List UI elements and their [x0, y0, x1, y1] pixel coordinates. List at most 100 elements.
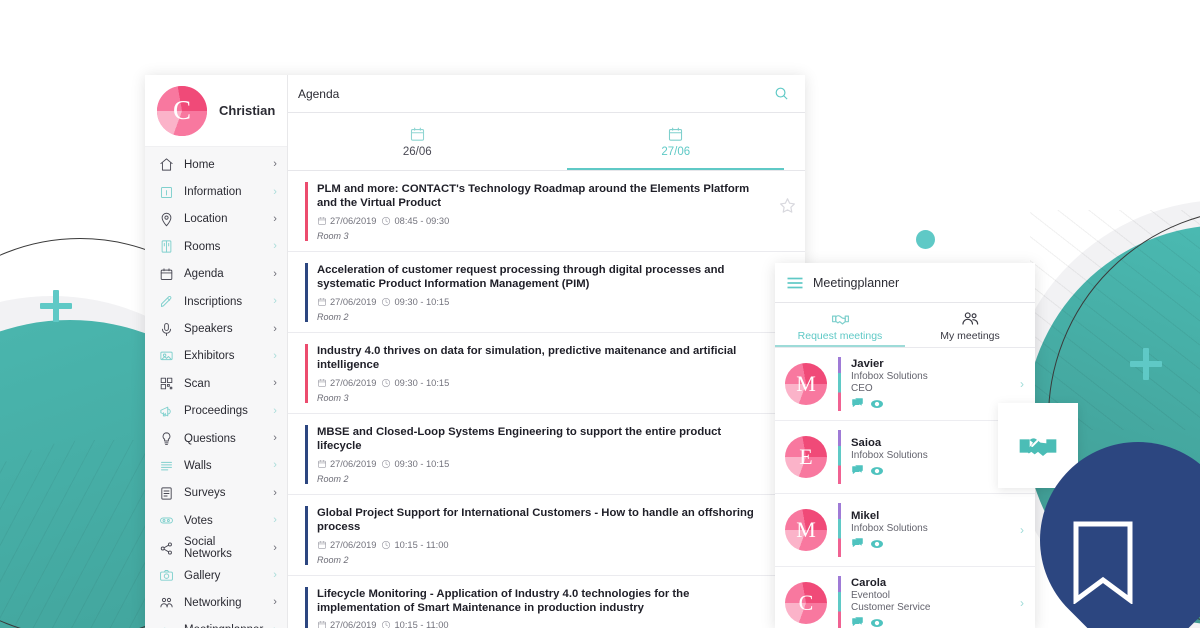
profile-header[interactable]: C Christian [145, 75, 287, 147]
day-tab-27-06[interactable]: 27/06 [546, 113, 805, 170]
sidebar-item-proceedings[interactable]: Proceedings › [145, 398, 287, 425]
sidebar-item-home[interactable]: Home › [145, 151, 287, 178]
sidebar-item-questions[interactable]: Questions › [145, 425, 287, 452]
chevron-right-icon[interactable]: › [1009, 377, 1035, 391]
exhibitor-icon [158, 348, 174, 364]
sidebar-item-social-networks[interactable]: Social Networks › [145, 534, 287, 561]
small-calendar-icon [317, 459, 327, 469]
agenda-item[interactable]: PLM and more: CONTACT's Technology Roadm… [287, 171, 805, 252]
sidebar-item-scan[interactable]: Scan › [145, 370, 287, 397]
meetingplanner-tab-my-meetings[interactable]: My meetings [905, 303, 1035, 347]
contact-name: Carola [851, 576, 887, 589]
contact-role: CEO [851, 382, 873, 394]
sidebar-item-information[interactable]: Information › [145, 178, 287, 205]
chevron-right-icon: › [273, 486, 277, 499]
avatar: C [785, 582, 827, 624]
microphone-icon [158, 321, 174, 337]
sidebar-item-rooms[interactable]: Rooms › [145, 233, 287, 260]
agenda-item-room: Room 2 [316, 311, 349, 322]
agenda-item-body: Lifecycle Monitoring - Application of In… [308, 587, 769, 628]
share-nodes-icon [158, 540, 174, 556]
contact-accent-bar [838, 357, 841, 411]
agenda-item-title: MBSE and Closed-Loop Systems Engineering… [316, 425, 722, 453]
avatar-letter: M [796, 371, 816, 396]
agenda-item-time: 10:15 - 11:00 [394, 539, 449, 550]
agenda-item[interactable]: Industry 4.0 thrives on data for simulat… [287, 333, 805, 414]
contact-row[interactable]: E Saioa Infobox Solutions [775, 421, 1035, 494]
sidebar: C Christian Home › Information › Location › Ro… [145, 75, 288, 628]
sidebar-item-label: Home [184, 158, 215, 171]
agenda-item-date: 27/06/2019 [329, 215, 377, 226]
sidebar-item-location[interactable]: Location › [145, 206, 287, 233]
home-icon [158, 157, 174, 173]
search-icon[interactable] [774, 86, 789, 101]
agenda-item[interactable]: Global Project Support for International… [287, 495, 805, 576]
agenda-item-date: 27/06/2019 [329, 377, 377, 388]
sidebar-item-label: Social Networks [184, 536, 232, 561]
sidebar-item-label: Meetingplanner [184, 624, 263, 628]
avatar: M [785, 363, 827, 405]
view-icon[interactable] [870, 397, 884, 411]
chat-icon[interactable] [851, 616, 864, 628]
sidebar-item-walls[interactable]: Walls › [145, 452, 287, 479]
agenda-item-meta: 27/06/2019 10:15 - 11:00 [317, 540, 763, 550]
sidebar-item-exhibitors[interactable]: Exhibitors › [145, 343, 287, 370]
agenda-item-body: Industry 4.0 thrives on data for simulat… [308, 344, 769, 403]
sidebar-item-label: Proceedings [184, 405, 248, 418]
view-icon[interactable] [870, 616, 884, 628]
contact-role: Customer Service [851, 601, 931, 613]
agenda-item-title: Industry 4.0 thrives on data for simulat… [316, 344, 737, 372]
agenda-item[interactable]: Lifecycle Monitoring - Application of In… [288, 576, 805, 628]
contact-row[interactable]: C Carola Eventool Customer Service › [775, 567, 1035, 628]
agenda-item[interactable]: Acceleration of customer request process… [287, 252, 805, 333]
sidebar-item-meetingplanner[interactable]: Meetingplanner› [145, 617, 287, 628]
sidebar-item-speakers[interactable]: Speakers › [145, 315, 287, 342]
clock-icon [381, 216, 391, 226]
sidebar-item-label: Exhibitors [184, 350, 235, 363]
agenda-item[interactable]: MBSE and Closed-Loop Systems Engineering… [287, 414, 805, 495]
rooms-icon [158, 239, 174, 255]
avatar-letter: M [796, 517, 816, 542]
view-icon[interactable] [870, 537, 884, 551]
avatar: M [785, 509, 827, 551]
sidebar-item-gallery[interactable]: Gallery › [145, 562, 287, 589]
sidebar-item-label: Surveys [184, 487, 226, 500]
sidebar-item-networking[interactable]: Networking › [145, 589, 287, 616]
sidebar-item-surveys[interactable]: Surveys › [145, 480, 287, 507]
sidebar-item-votes[interactable]: Votes › [145, 507, 287, 534]
chat-icon[interactable] [851, 397, 864, 411]
chat-icon[interactable] [851, 464, 864, 478]
small-calendar-icon [317, 216, 327, 226]
contact-row[interactable]: M Javier Infobox Solutions CEO › [775, 348, 1035, 421]
contact-list: M Javier Infobox Solutions CEO › E Saioa Infobo… [775, 348, 1035, 628]
meetingplanner-tab-request-meetings[interactable]: Request meetings [775, 303, 905, 347]
agenda-item-date: 27/06/2019 [329, 458, 377, 469]
agenda-item-time: 09:30 - 10:15 [394, 296, 450, 307]
avatar: E [785, 436, 827, 478]
sidebar-item-agenda[interactable]: Agenda › [145, 261, 287, 288]
chat-icon[interactable] [851, 537, 864, 551]
clock-icon [381, 540, 391, 550]
screenshot-canvas: C Christian Home › Information › Location › Ro… [0, 0, 1200, 628]
chevron-right-icon[interactable]: › [1009, 523, 1035, 537]
day-tab-26-06[interactable]: 26/06 [288, 113, 547, 170]
favorite-star-button[interactable] [769, 182, 805, 215]
profile-name: Christian [219, 103, 276, 118]
calendar-icon [667, 126, 684, 143]
agenda-item-room: Room 3 [316, 392, 349, 403]
agenda-item-meta: 27/06/2019 08:45 - 09:30 [317, 216, 763, 226]
contact-row[interactable]: M Mikel Infobox Solutions › [775, 494, 1035, 567]
agenda-item-meta: 27/06/2019 09:30 - 10:15 [317, 297, 763, 307]
chevron-right-icon[interactable]: › [1009, 596, 1035, 610]
hamburger-icon[interactable] [787, 277, 803, 289]
day-tabs: 26/06 27/06 [287, 113, 805, 171]
chevron-right-icon: › [273, 267, 277, 280]
chevron-right-icon: › [273, 295, 277, 308]
qr-scan-icon [158, 376, 174, 392]
day-tab-label: 27/06 [661, 145, 691, 158]
view-icon[interactable] [870, 464, 884, 478]
agenda-item-date: 27/06/2019 [329, 620, 377, 628]
sidebar-item-label: Inscriptions [184, 295, 243, 308]
sidebar-item-inscriptions[interactable]: Inscriptions › [145, 288, 287, 315]
survey-form-icon [158, 485, 174, 501]
